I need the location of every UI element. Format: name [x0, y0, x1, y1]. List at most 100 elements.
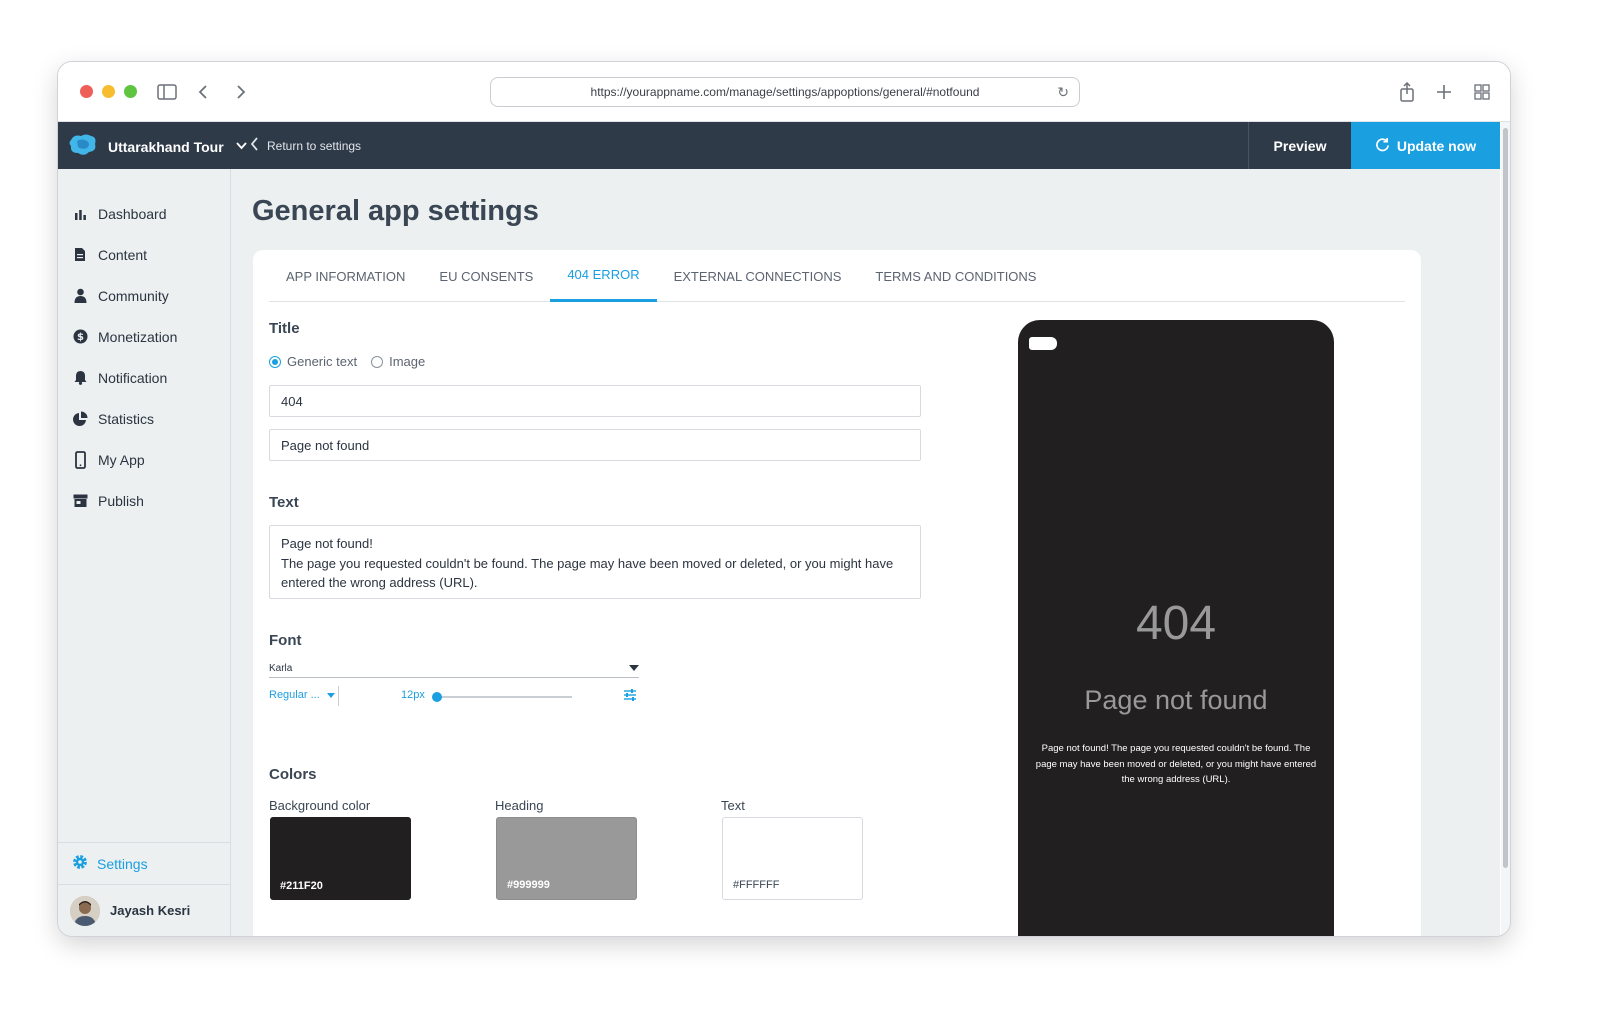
generic-text-radio[interactable] — [269, 355, 281, 368]
minimize-window-button[interactable] — [102, 85, 115, 98]
text-color-swatch[interactable]: #FFFFFF — [722, 817, 863, 900]
sidebar-item-content[interactable]: Content — [72, 234, 177, 275]
window-controls — [80, 85, 137, 98]
preview-subtitle: Page not found — [1084, 685, 1268, 715]
settings-label: Settings — [97, 855, 148, 872]
sidebar-item-settings[interactable]: Settings — [58, 842, 230, 884]
sidebar-item-label: Notification — [98, 369, 168, 386]
caret-down-icon — [326, 689, 335, 701]
settings-tabs: APP INFORMATION EU CONSENTS 404 ERROR EX… — [269, 250, 1405, 302]
image-radio[interactable] — [371, 355, 384, 368]
user-profile[interactable]: Jayash Kesri — [58, 884, 230, 936]
subtitle-input[interactable]: Page not found — [269, 429, 921, 461]
back-icon[interactable] — [190, 79, 216, 105]
gear-icon — [72, 854, 88, 873]
font-weight-select[interactable]: Regular ... — [269, 689, 335, 701]
return-to-settings-link[interactable]: Return to settings — [250, 137, 361, 154]
sidebar-item-dashboard[interactable]: Dashboard — [72, 193, 177, 234]
adjust-settings-icon[interactable] — [623, 688, 637, 705]
share-icon[interactable] — [1394, 79, 1420, 105]
document-icon — [72, 247, 88, 262]
sidebar-item-label: Monetization — [98, 328, 178, 345]
sidebar-item-publish[interactable]: Publish — [72, 480, 177, 521]
title-section-heading: Title — [269, 320, 300, 337]
font-family-select[interactable]: Karla — [269, 660, 639, 678]
sidebar-item-notification[interactable]: Notification — [72, 357, 177, 398]
sidebar-item-monetization[interactable]: $ Monetization — [72, 316, 177, 357]
svg-text:$: $ — [77, 332, 84, 343]
preview-body-text: Page not found! The page you requested c… — [1035, 743, 1317, 785]
title-input[interactable]: 404 — [269, 385, 921, 417]
sidebar-item-label: Dashboard — [98, 205, 167, 222]
sidebar-item-label: Content — [98, 246, 148, 263]
heading-color-value: #999999 — [507, 879, 550, 891]
forward-icon[interactable] — [228, 79, 254, 105]
main-content: General app settings APP INFORMATION EU … — [231, 169, 1500, 936]
tab-external-connections[interactable]: EXTERNAL CONNECTIONS — [657, 250, 859, 302]
text-color-value: #FFFFFF — [733, 879, 780, 891]
tab-terms-and-conditions[interactable]: TERMS AND CONDITIONS — [858, 250, 1053, 302]
chevron-left-icon — [250, 137, 259, 154]
phone-preview: 404 Page not found Page not found! The p… — [1018, 320, 1334, 936]
sidebar-item-label: My App — [98, 451, 145, 468]
background-color-swatch[interactable]: #211F20 — [270, 817, 411, 900]
update-now-button[interactable]: Update now — [1351, 122, 1500, 169]
chevron-down-icon — [235, 141, 247, 153]
font-style-row: Regular ... 12px — [269, 686, 639, 706]
title-type-options: Generic text Image — [269, 354, 425, 369]
sidebar-item-statistics[interactable]: Statistics — [72, 398, 177, 439]
url-text: https://yourappname.com/manage/settings/… — [590, 85, 980, 99]
font-size-slider-handle[interactable] — [432, 692, 442, 702]
maximize-window-button[interactable] — [124, 85, 137, 98]
sidebar-item-label: Community — [98, 287, 169, 304]
store-icon — [72, 494, 88, 507]
tab-404-error[interactable]: 404 ERROR — [550, 250, 657, 302]
browser-toolbar: https://yourappname.com/manage/settings/… — [58, 62, 1510, 122]
sidebar-toggle-icon[interactable] — [154, 79, 180, 105]
avatar — [70, 895, 100, 926]
app-switcher[interactable]: Uttarakhand Tour — [68, 132, 247, 161]
return-label: Return to settings — [267, 138, 362, 153]
text-line-2: The page you requested couldn't be found… — [281, 555, 894, 591]
generic-text-label: Generic text — [287, 354, 358, 369]
tab-app-information[interactable]: APP INFORMATION — [269, 250, 422, 302]
sidebar: Dashboard Content Community $ Monetizati… — [58, 169, 231, 936]
browser-window: https://yourappname.com/manage/settings/… — [58, 62, 1510, 936]
sidebar-nav: Dashboard Content Community $ Monetizati… — [72, 193, 177, 521]
font-weight-value: Regular ... — [269, 689, 320, 701]
settings-card: APP INFORMATION EU CONSENTS 404 ERROR EX… — [253, 250, 1421, 936]
update-now-label: Update now — [1396, 137, 1477, 154]
user-name: Jayash Kesri — [110, 903, 191, 918]
subtitle-input-value: Page not found — [281, 437, 370, 453]
heading-color-label: Heading — [495, 798, 544, 813]
page-title: General app settings — [252, 195, 539, 227]
address-bar[interactable]: https://yourappname.com/manage/settings/… — [490, 77, 1080, 107]
caret-down-icon — [629, 663, 639, 674]
heading-color-swatch[interactable]: #999999 — [496, 817, 637, 900]
phone-icon — [72, 450, 88, 469]
text-color-label: Text — [721, 798, 745, 813]
refresh-icon — [1375, 137, 1390, 155]
sidebar-item-my-app[interactable]: My App — [72, 439, 177, 480]
new-tab-icon[interactable] — [1431, 79, 1457, 105]
page-scrollbar[interactable] — [1501, 122, 1510, 936]
back-button-icon — [1029, 337, 1057, 350]
font-section-heading: Font — [269, 632, 302, 649]
text-textarea[interactable]: Page not found! The page you requested c… — [269, 525, 921, 599]
font-size-slider-track[interactable] — [437, 696, 572, 698]
sidebar-item-community[interactable]: Community — [72, 275, 177, 316]
close-window-button[interactable] — [80, 85, 93, 98]
tab-overview-icon[interactable] — [1469, 79, 1495, 105]
text-section-heading: Text — [269, 494, 299, 511]
tab-eu-consents[interactable]: EU CONSENTS — [422, 250, 550, 302]
preview-button[interactable]: Preview — [1248, 122, 1351, 169]
scrollbar-thumb[interactable] — [1503, 128, 1508, 868]
person-icon — [72, 288, 88, 303]
sidebar-item-label: Publish — [98, 492, 144, 509]
app-name: Uttarakhand Tour — [108, 138, 224, 155]
background-color-value: #211F20 — [280, 880, 323, 892]
colors-section-heading: Colors — [269, 766, 317, 783]
reload-icon[interactable]: ↻ — [1057, 84, 1069, 101]
app-topbar: Uttarakhand Tour Return to settings Prev… — [58, 122, 1500, 169]
text-line-1: Page not found! — [281, 536, 373, 551]
